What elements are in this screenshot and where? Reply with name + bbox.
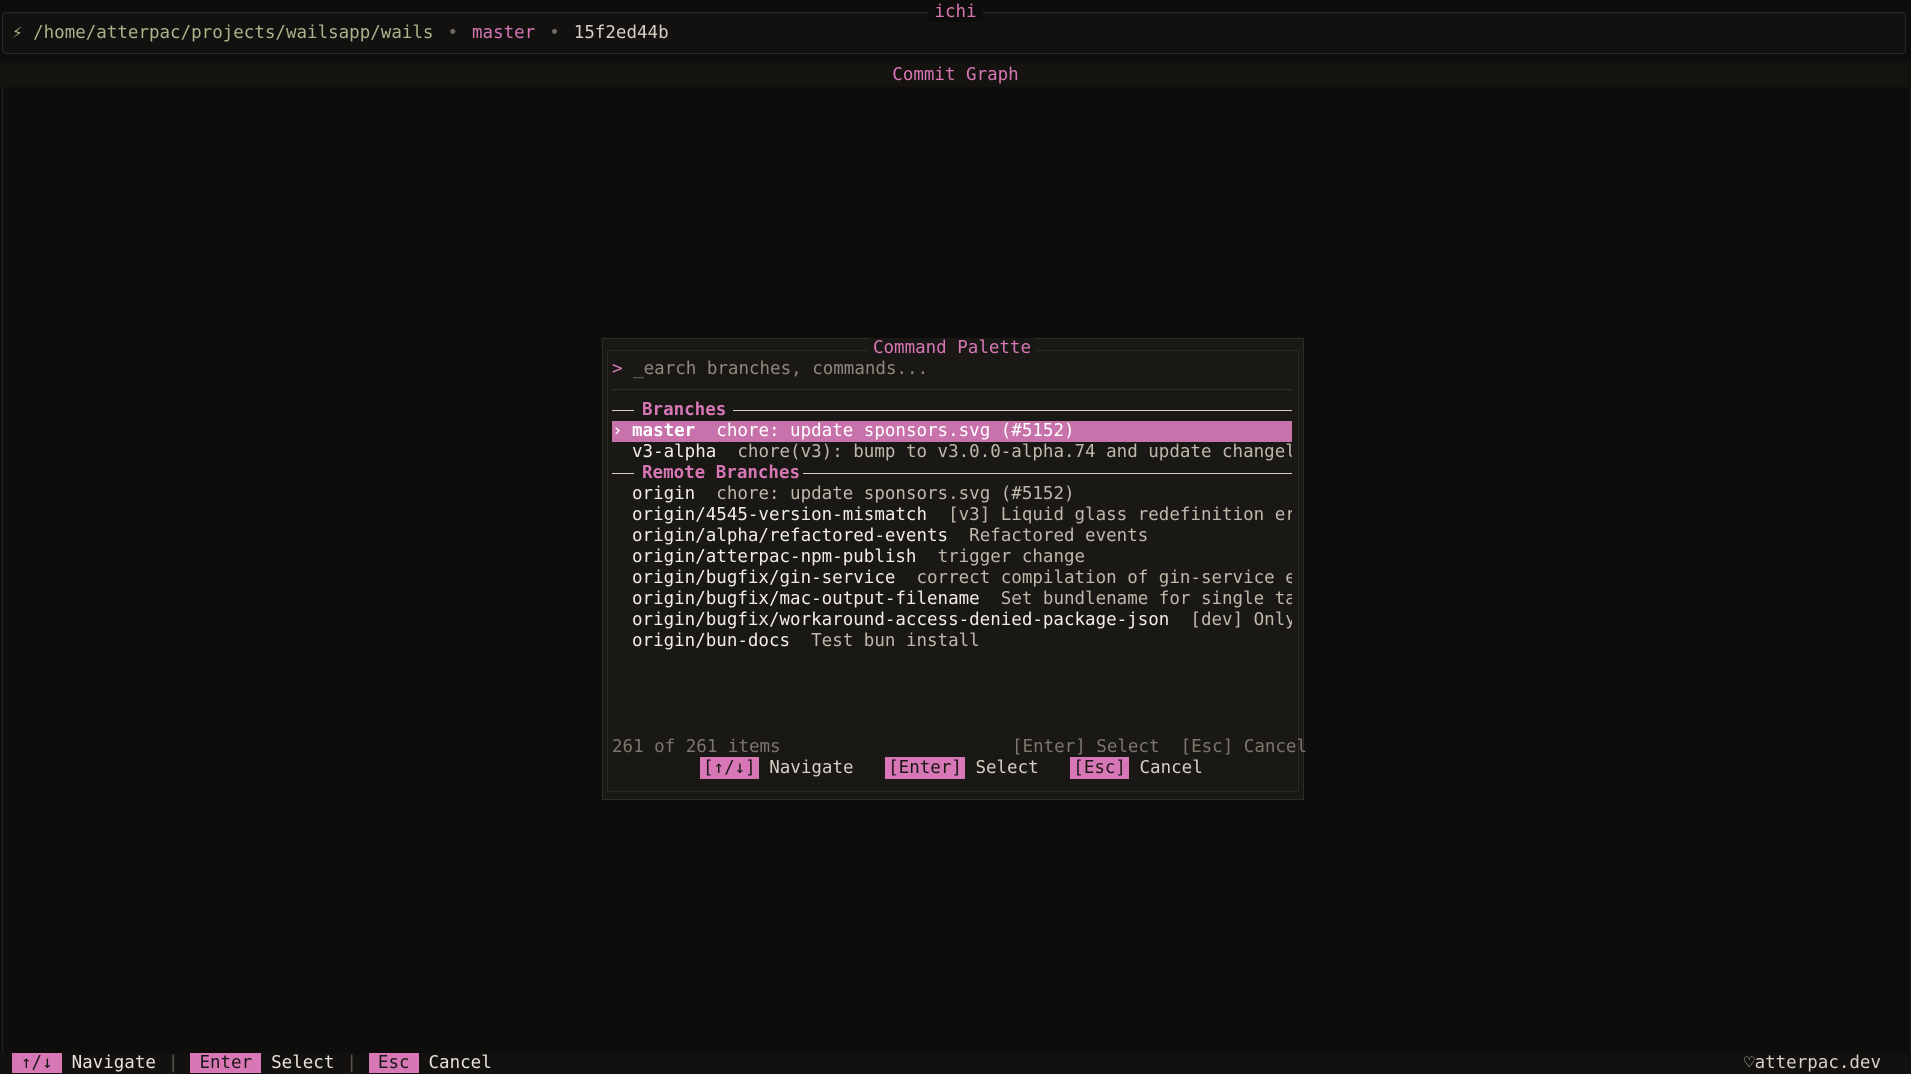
separator: •	[447, 23, 459, 43]
branch-name: origin/4545-version-mismatch	[632, 505, 928, 525]
branch-item-v3-alpha[interactable]: v3-alpha chore(v3): bump to v3.0.0-alpha…	[612, 442, 1292, 463]
status-keybar: ↑/↓ Navigate | Enter Select | Esc Cancel	[12, 1053, 504, 1074]
app-title: ichi	[0, 1, 1911, 23]
section-header-branches: Branches	[612, 400, 1292, 421]
heart-icon: ♡	[1744, 1053, 1755, 1073]
section-header-remote-branches: Remote Branches	[612, 463, 1292, 484]
branch-name: origin/bun-docs	[632, 631, 791, 651]
attribution[interactable]: ♡atterpac.dev	[1744, 1053, 1881, 1074]
separator: •	[549, 23, 560, 43]
current-branch: master	[472, 23, 536, 43]
current-commit: 15f2ed44b	[573, 23, 669, 43]
branch-message: Refactored events	[969, 526, 1149, 546]
branch-message: [v3] Liquid glass redefinition er...	[948, 505, 1292, 525]
branch-name: origin/bugfix/workaround-access-denied-p…	[632, 610, 1170, 630]
attribution-text: atterpac.dev	[1754, 1053, 1881, 1073]
divider	[612, 389, 1292, 390]
branch-message: chore(v3): bump to v3.0.0-alpha.74 and u…	[737, 442, 1292, 462]
remote-branch-item[interactable]: origin/bugfix/mac-output-filename Set bu…	[612, 589, 1292, 610]
branch-message: correct compilation of gin-service e...	[916, 568, 1292, 588]
remote-branch-item[interactable]: origin/alpha/refactored-events Refactore…	[612, 526, 1292, 547]
divider: |	[346, 1053, 357, 1073]
plug-icon: ⚡	[12, 23, 23, 43]
branch-message: trigger change	[937, 547, 1086, 567]
remote-branch-item[interactable]: origin/bugfix/gin-service correct compil…	[612, 568, 1292, 589]
palette-hint: [Enter] Select [Esc] Cancel	[1012, 737, 1308, 757]
repo-info: ⚡ /home/atterpac/projects/wailsapp/wails…	[12, 22, 669, 45]
branch-name: origin/atterpac-npm-publish	[632, 547, 917, 567]
branch-name: origin/alpha/refactored-events	[632, 526, 949, 546]
enter-key[interactable]: Enter	[190, 1053, 262, 1073]
branch-message: Set bundlename for single ta...	[1000, 589, 1292, 609]
select-label: Select	[271, 1053, 335, 1073]
item-count: 261 of 261 items	[612, 737, 781, 757]
section-label: Branches	[642, 400, 727, 421]
esc-key[interactable]: Esc	[368, 1053, 419, 1073]
branch-item-master[interactable]: › master chore: update sponsors.svg (#515…	[612, 421, 1292, 442]
branch-name: master	[632, 421, 696, 441]
select-label: Select	[975, 758, 1039, 778]
branch-message: [dev] Only...	[1190, 610, 1292, 630]
prompt-icon: >	[612, 359, 623, 379]
cancel-label: Cancel	[428, 1053, 492, 1073]
divider: |	[167, 1053, 179, 1073]
remote-branch-item[interactable]: origin chore: update sponsors.svg (#5152…	[612, 484, 1292, 505]
navigate-label: Navigate	[71, 1053, 156, 1073]
branch-name: origin/bugfix/mac-output-filename	[632, 589, 980, 609]
palette-keybar: [↑/↓] Navigate [Enter] Select [Esc] Canc…	[700, 757, 1203, 779]
remote-branch-item[interactable]: origin/bugfix/workaround-access-denied-p…	[612, 610, 1292, 631]
search-input[interactable]: > _earch branches, commands...	[612, 359, 928, 380]
branch-message: chore: update sponsors.svg (#5152)	[716, 421, 1075, 441]
section-label: Remote Branches	[642, 463, 801, 484]
esc-key[interactable]: [Esc]	[1070, 757, 1129, 779]
navigate-label: Navigate	[769, 758, 854, 778]
remote-branch-item[interactable]: origin/4545-version-mismatch [v3] Liquid…	[612, 505, 1292, 526]
navigate-key[interactable]: ↑/↓	[12, 1053, 62, 1073]
selection-marker: ›	[612, 421, 623, 441]
remote-branch-item[interactable]: origin/atterpac-npm-publish trigger chan…	[612, 547, 1292, 568]
branch-message: Test bun install	[811, 631, 980, 651]
branch-message: chore: update sponsors.svg (#5152)	[716, 484, 1075, 504]
branch-name: v3-alpha	[632, 442, 717, 462]
commit-graph-title: Commit Graph	[0, 63, 1911, 87]
navigate-key[interactable]: [↑/↓]	[700, 757, 759, 779]
branch-name: origin/bugfix/gin-service	[632, 568, 896, 588]
search-placeholder: _earch branches, commands...	[633, 359, 929, 379]
cancel-label: Cancel	[1139, 758, 1203, 778]
repo-path: /home/atterpac/projects/wailsapp/wails	[33, 23, 434, 43]
branch-name: origin	[632, 484, 696, 504]
command-palette-title: Command Palette	[602, 337, 1302, 359]
remote-branch-item[interactable]: origin/bun-docs Test bun install	[612, 631, 1292, 652]
enter-key[interactable]: [Enter]	[885, 757, 965, 779]
